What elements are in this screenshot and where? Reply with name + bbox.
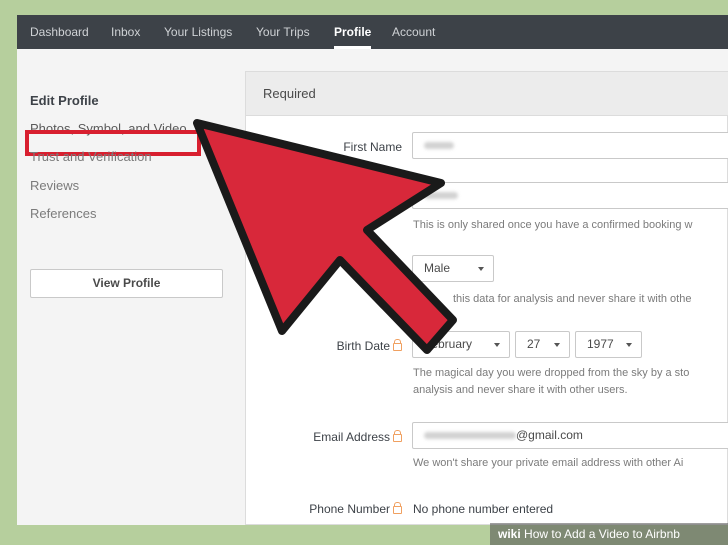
watermark-text: How to Add a Video to Airbnb: [524, 527, 680, 541]
watermark: wiki How to Add a Video to Airbnb: [490, 523, 728, 545]
pointer-arrow-icon: [193, 119, 457, 354]
watermark-brand: wiki: [498, 527, 521, 541]
red-arrow-shape: [193, 119, 457, 354]
browser-page: Dashboard Inbox Your Listings Your Trips…: [17, 15, 728, 525]
